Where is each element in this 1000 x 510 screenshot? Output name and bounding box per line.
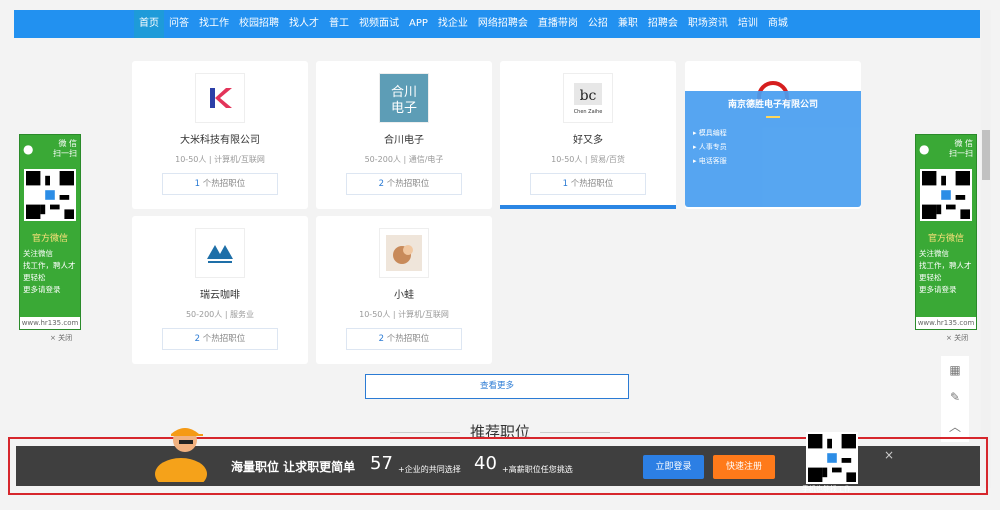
hover-job-list: 模具编程 人事专员 电话客服 — [685, 126, 861, 168]
company-meta: 10-50人 | 计算机/互联网 — [359, 310, 449, 319]
ad-text: 关注微信 找工作，聘人才 更轻松 更多请登录 — [23, 249, 76, 294]
company-card[interactable]: 瑞云咖啡 50-200人 | 服务业 2 个热招职位 — [132, 216, 308, 364]
company-meta: 10-50人 | 计算机/互联网 — [175, 155, 265, 164]
ad-text: 关注微信 找工作，聘人才 更轻松 更多请登录 — [919, 249, 972, 294]
hover-job-item[interactable]: 人事专员 — [693, 140, 861, 154]
scroll-thumb[interactable] — [982, 130, 990, 180]
back-to-top-icon[interactable]: ︿ — [949, 418, 961, 435]
banner-close-icon[interactable]: × — [884, 448, 894, 462]
right-wechat-ad[interactable]: ● 微 信扫一扫 官方微信 关注微信 找工作，聘人才 更轻松 更多请登录 www.hr… — [915, 134, 977, 342]
ad-title: 官方微信 — [927, 234, 964, 244]
job-count: 40 — [474, 453, 497, 474]
qr-caption: 手机也能找工作 — [802, 485, 851, 493]
left-wechat-ad[interactable]: ● 微 信扫一扫 官方微信 关注微信 找工作，聘人才 更轻松 更多请登录 www.hr… — [19, 134, 81, 342]
hot-jobs-button[interactable]: 2 个热招职位 — [346, 173, 462, 195]
ad-title: 官方微信 — [31, 234, 68, 244]
svg-text:Chen Zaihe: Chen Zaihe — [574, 109, 603, 115]
company-logo — [195, 228, 245, 278]
scrollbar[interactable] — [981, 10, 991, 488]
hot-jobs-button[interactable]: 1 个热招职位 — [162, 173, 278, 195]
divider — [766, 116, 780, 118]
ad-header: ● 微 信扫一扫 — [919, 139, 973, 158]
ad-close-button[interactable]: × 关闭 — [946, 333, 968, 343]
section-title-partial — [0, 33, 1000, 45]
company-name[interactable]: 大米科技有限公司 — [132, 131, 308, 146]
svg-text:电子: 电子 — [391, 101, 417, 116]
hover-job-item[interactable]: 电话客服 — [693, 154, 861, 168]
company-meta: 50-200人 | 服务业 — [185, 310, 255, 319]
job-count-label: +高薪职位任您挑选 — [502, 465, 573, 474]
banner-qr-code — [806, 432, 858, 484]
ad-close-button[interactable]: × 关闭 — [50, 333, 72, 343]
company-card[interactable]: bc Chen Zaihe 好又多 10-50人 | 贸易/百货 1 个热招职位 — [500, 61, 676, 209]
company-name[interactable]: 小蛙 — [316, 286, 492, 301]
company-logo: bc Chen Zaihe — [563, 73, 613, 123]
company-card[interactable]: 合川 电子 合川电子 50-200人 | 通信/电子 2 个热招职位 — [316, 61, 492, 209]
right-toolbar: ▦ ✎ ︿ — [941, 356, 969, 442]
company-name[interactable]: 好又多 — [500, 131, 676, 146]
page: 首页 问答 找工作 校园招聘 找人才 普工 视频面试 APP 找企业 网络招聘会… — [0, 0, 1000, 510]
company-card-hover[interactable]: 南京德胜电子有限公司 模具编程 人事专员 电话客服 — [685, 61, 861, 209]
wechat-icon: ● — [919, 142, 930, 156]
company-meta: 10-50人 | 贸易/百货 — [551, 155, 625, 164]
hot-jobs-button[interactable]: 1 个热招职位 — [530, 173, 646, 195]
qr-code-icon[interactable]: ▦ — [949, 363, 960, 377]
person-illustration — [155, 428, 207, 482]
svg-text:合川: 合川 — [391, 85, 417, 100]
company-name[interactable]: 合川电子 — [316, 131, 492, 146]
company-name[interactable]: 瑞云咖啡 — [132, 286, 308, 301]
banner-slogan: 海量职位 让求职更简单 — [231, 460, 356, 474]
company-count-label: +企业的共同选择 — [398, 465, 461, 474]
company-logo — [379, 228, 429, 278]
company-logo — [195, 73, 245, 123]
qr-code — [920, 169, 972, 221]
register-button[interactable]: 快速注册 — [713, 455, 775, 479]
view-more-button[interactable]: 查看更多 — [365, 374, 629, 399]
hot-jobs-button[interactable]: 2 个热招职位 — [346, 328, 462, 350]
ad-url[interactable]: www.hr135.com — [916, 317, 976, 329]
hot-jobs-button[interactable]: 2 个热招职位 — [162, 328, 278, 350]
hover-job-item[interactable]: 模具编程 — [693, 126, 861, 140]
ad-url[interactable]: www.hr135.com — [20, 317, 80, 329]
company-hover-overlay[interactable]: 南京德胜电子有限公司 模具编程 人事专员 电话客服 — [685, 91, 861, 207]
company-card[interactable]: 大米科技有限公司 10-50人 | 计算机/互联网 1 个热招职位 — [132, 61, 308, 209]
hover-company-name[interactable]: 南京德胜电子有限公司 — [685, 97, 861, 110]
feedback-icon[interactable]: ✎ — [950, 390, 960, 404]
banner-bar: 海量职位 让求职更简单 57 +企业的共同选择 40 +高薪职位任您挑选 立即登… — [16, 428, 980, 493]
qr-code — [24, 169, 76, 221]
company-card[interactable]: 小蛙 10-50人 | 计算机/互联网 2 个热招职位 — [316, 216, 492, 364]
wechat-icon: ● — [23, 142, 34, 156]
ad-header: ● 微 信扫一扫 — [23, 139, 77, 158]
company-count: 57 — [370, 453, 393, 474]
company-meta: 50-200人 | 通信/电子 — [364, 155, 444, 164]
bottom-register-banner: 海量职位 让求职更简单 57 +企业的共同选择 40 +高薪职位任您挑选 立即登… — [8, 428, 988, 495]
login-button[interactable]: 立即登录 — [643, 455, 704, 479]
company-logo: 合川 电子 — [379, 73, 429, 123]
svg-text:bc: bc — [580, 88, 597, 104]
